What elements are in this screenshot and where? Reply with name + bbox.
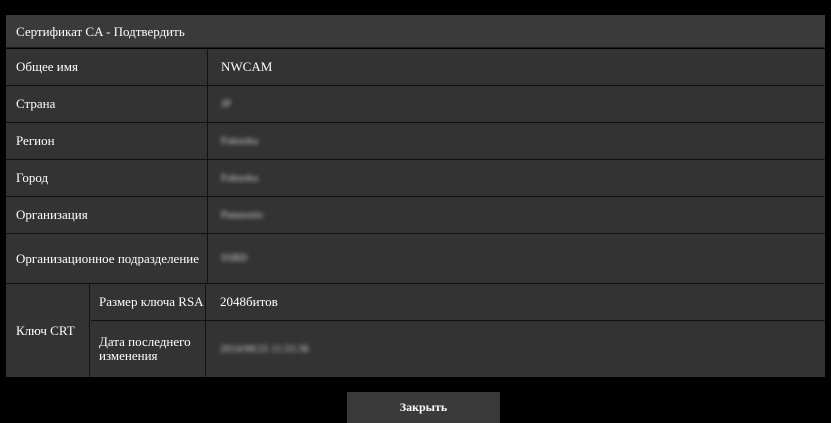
value-organization-cell: Panasonic <box>207 197 825 233</box>
value-organizational-unit: SSBD <box>221 253 248 264</box>
value-city: Fukuoka <box>221 172 259 184</box>
value-organization: Panasonic <box>221 209 265 221</box>
row-rsa-key-size: Размер ключа RSA 2048битов <box>91 284 825 321</box>
label-organization: Организация <box>16 207 88 222</box>
value-country-cell: JP <box>207 86 825 122</box>
dialog-title: Сертификат CA - Подтвердить <box>6 15 825 48</box>
certificate-dialog: Сертификат CA - Подтвердить Общее имя NW… <box>6 0 825 423</box>
value-rsa-key-size: 2048битов <box>220 294 278 309</box>
value-last-modified-cell: 2014/08/25 11:55:36 <box>207 321 825 377</box>
value-city-cell: Fukuoka <box>207 160 825 196</box>
close-button[interactable]: Закрыть <box>347 392 500 423</box>
value-region-cell: Fukuoka <box>207 123 825 159</box>
dialog-footer: Закрыть <box>6 378 825 423</box>
label-common-name: Общее имя <box>16 59 78 74</box>
row-country: Страна JP <box>6 86 825 123</box>
row-organizational-unit: Организационное подразделение SSBD <box>6 234 825 284</box>
row-last-modified: Дата последнего изменения 2014/08/25 11:… <box>91 321 825 377</box>
value-region: Fukuoka <box>221 135 259 147</box>
label-country: Страна <box>16 96 56 111</box>
row-city: Город Fukuoka <box>6 160 825 197</box>
value-last-modified: 2014/08/25 11:55:36 <box>220 343 309 355</box>
label-region: Регион <box>16 133 55 148</box>
row-organization: Организация Panasonic <box>6 197 825 234</box>
label-organizational-unit: Организационное подразделение <box>16 250 200 266</box>
label-key-crt: Ключ CRT <box>6 284 90 377</box>
label-last-modified: Дата последнего изменения <box>91 321 206 377</box>
row-common-name: Общее имя NWCAM <box>6 49 825 86</box>
key-section: Ключ CRT Размер ключа RSA 2048битов Дата… <box>6 284 825 377</box>
value-common-name: NWCAM <box>207 49 825 85</box>
row-region: Регион Fukuoka <box>6 123 825 160</box>
value-organizational-unit-cell: SSBD <box>207 234 825 283</box>
value-country: JP <box>221 98 232 110</box>
label-city: Город <box>16 170 49 185</box>
label-rsa-key-size: Размер ключа RSA <box>91 284 206 320</box>
